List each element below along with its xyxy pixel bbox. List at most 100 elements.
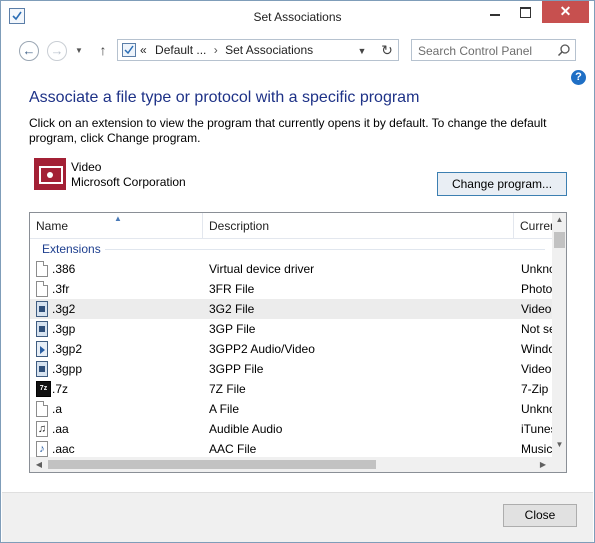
- group-label-extensions[interactable]: Extensions: [42, 242, 101, 256]
- up-button[interactable]: ↑: [96, 42, 110, 58]
- column-current-label: Current Default: [520, 219, 552, 233]
- row-current-default: Windows Media Player: [521, 342, 552, 356]
- search-box[interactable]: [411, 39, 576, 61]
- list-row[interactable]: .3fr 3FR File Photos: [30, 279, 552, 299]
- close-icon: ✕: [559, 3, 572, 19]
- scroll-left-icon[interactable]: ◀: [32, 458, 46, 471]
- column-description-label: Description: [209, 219, 270, 233]
- search-input[interactable]: [418, 43, 548, 58]
- breadcrumb-item-default-programs[interactable]: Default ...: [150, 43, 206, 57]
- list-row[interactable]: .3gp 3GP File Not set: [30, 319, 552, 339]
- program-vendor: Microsoft Corporation: [71, 175, 186, 189]
- blank-file-icon: [36, 401, 48, 417]
- column-name-label: Name: [36, 219, 69, 233]
- control-panel-icon: [122, 43, 136, 57]
- list-row[interactable]: .386 Virtual device driver Unknown appli…: [30, 259, 552, 279]
- close-button[interactable]: Close: [503, 504, 577, 527]
- blank-file-icon: [36, 261, 48, 277]
- music-file-icon: ♪: [36, 441, 48, 457]
- row-description: 3GP File: [209, 322, 256, 336]
- dialog-footer: Close: [2, 492, 593, 542]
- row-extension: .3gpp: [52, 362, 83, 376]
- sort-ascending-icon: ▲: [114, 214, 122, 223]
- row-extension: .3g2: [52, 302, 76, 316]
- row-extension: .7z: [52, 382, 69, 396]
- row-extension: .386: [52, 262, 76, 276]
- breadcrumb-overflow[interactable]: «: [140, 43, 147, 57]
- media-file-icon: [36, 341, 48, 357]
- video-file-icon: [36, 301, 48, 317]
- row-description: A File: [209, 402, 240, 416]
- list-header: Name Description Current Default: [30, 213, 552, 239]
- close-window-button[interactable]: ✕: [542, 1, 589, 23]
- row-current-default: Photos: [521, 282, 552, 296]
- video-app-icon: [34, 158, 66, 190]
- address-dropdown-icon[interactable]: ▼: [353, 42, 371, 60]
- list-row[interactable]: ♫ .aa Audible Audio iTunes: [30, 419, 552, 439]
- title-bar: Set Associations ✕: [1, 1, 594, 32]
- page-title: Associate a file type or protocol with a…: [29, 89, 420, 106]
- scroll-up-icon[interactable]: ▲: [552, 215, 566, 229]
- change-program-button[interactable]: Change program...: [437, 172, 567, 196]
- back-button[interactable]: ←: [19, 41, 39, 61]
- row-extension: .aac: [52, 442, 75, 456]
- 7z-file-icon: 7z: [36, 381, 51, 397]
- row-description: 3FR File: [209, 282, 255, 296]
- row-description: 7Z File: [209, 382, 246, 396]
- help-icon[interactable]: ?: [571, 70, 586, 85]
- vertical-scroll-thumb[interactable]: [554, 232, 565, 248]
- list-row[interactable]: .a A File Unknown application: [30, 399, 552, 419]
- program-name: Video: [71, 160, 102, 174]
- horizontal-scroll-thumb[interactable]: [48, 460, 376, 469]
- list-row[interactable]: .3gp2 3GPP2 Audio/Video Windows Media Pl…: [30, 339, 552, 359]
- row-current-default: Unknown application: [521, 262, 552, 276]
- minimize-button[interactable]: [481, 1, 509, 23]
- horizontal-scrollbar[interactable]: ◀ ▶: [30, 457, 552, 472]
- page-description: Click on an extension to view the progra…: [29, 116, 547, 145]
- row-description: 3GPP File: [209, 362, 264, 376]
- row-extension: .aa: [52, 422, 69, 436]
- arrow-right-icon: →: [50, 43, 64, 58]
- row-extension: .3fr: [52, 282, 70, 296]
- row-description: AAC File: [209, 442, 257, 456]
- breadcrumb: « Default ... › Set Associations: [140, 43, 313, 57]
- video-file-icon: [36, 321, 48, 337]
- refresh-icon[interactable]: ↻: [377, 40, 397, 60]
- group-divider: [105, 249, 545, 250]
- row-current-default: Video: [521, 302, 552, 316]
- row-current-default: Unknown application: [521, 402, 552, 416]
- row-current-default: Video: [521, 362, 552, 376]
- breadcrumb-separator[interactable]: ›: [210, 43, 222, 57]
- set-associations-window: Set Associations ✕ ← → ▼ ↑ « Default ...…: [0, 0, 595, 543]
- column-header-current-default[interactable]: Current Default: [514, 213, 552, 239]
- column-header-description[interactable]: Description: [203, 213, 514, 239]
- list-row[interactable]: .3gpp 3GPP File Video: [30, 359, 552, 379]
- recent-locations-dropdown[interactable]: ▼: [75, 46, 85, 56]
- row-description: 3GPP2 Audio/Video: [209, 342, 315, 356]
- vertical-scrollbar[interactable]: ▲ ▼: [552, 213, 566, 457]
- row-description: Audible Audio: [209, 422, 283, 436]
- list-row[interactable]: .3g2 3G2 File Video: [30, 299, 552, 319]
- scroll-right-icon[interactable]: ▶: [536, 458, 550, 471]
- row-extension: .a: [52, 402, 63, 416]
- audio-file-icon: ♫: [36, 421, 48, 437]
- row-description: 3G2 File: [209, 302, 255, 316]
- list-row[interactable]: ♪ .aac AAC File Music: [30, 439, 552, 459]
- row-current-default: 7-Zip: [521, 382, 549, 396]
- row-extension: .3gp: [52, 322, 76, 336]
- scrollbar-corner: [552, 457, 566, 472]
- search-icon[interactable]: [557, 43, 571, 57]
- video-file-icon: [36, 361, 48, 377]
- blank-file-icon: [36, 281, 48, 297]
- arrow-left-icon: ←: [22, 43, 36, 58]
- extensions-list[interactable]: Name Description Current Default ▲ Exten…: [29, 212, 567, 473]
- maximize-button[interactable]: [511, 1, 539, 23]
- row-description: Virtual device driver: [209, 262, 315, 276]
- scroll-down-icon[interactable]: ▼: [552, 440, 566, 454]
- row-current-default: Music: [521, 442, 552, 456]
- row-current-default: iTunes: [521, 422, 552, 436]
- forward-button[interactable]: →: [47, 41, 67, 61]
- row-extension: .3gp2: [52, 342, 83, 356]
- breadcrumb-item-set-associations[interactable]: Set Associations: [225, 43, 313, 57]
- list-row[interactable]: 7z .7z 7Z File 7-Zip: [30, 379, 552, 399]
